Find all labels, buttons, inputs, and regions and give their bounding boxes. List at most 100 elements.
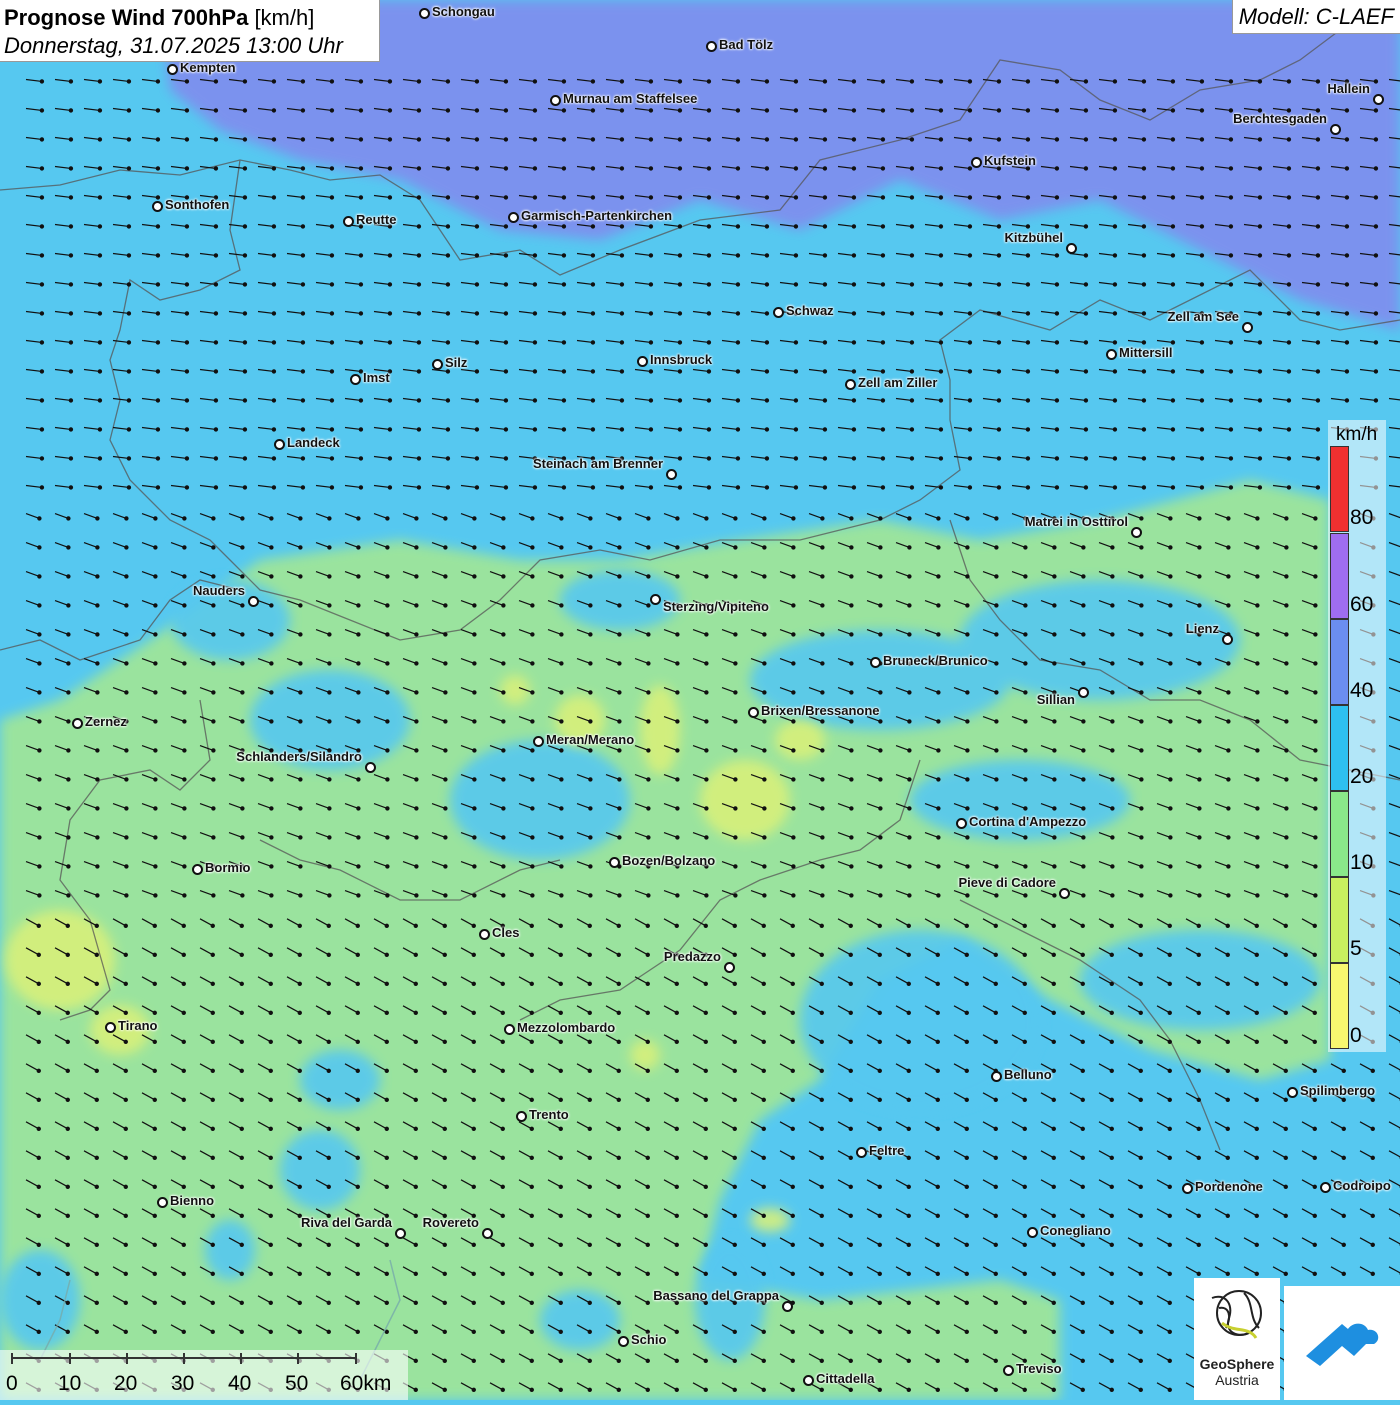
wind-arrow-head bbox=[732, 1358, 737, 1363]
wind-arrow-head bbox=[645, 1213, 650, 1218]
city-marker bbox=[1027, 1227, 1038, 1238]
wind-arrow-head bbox=[414, 893, 419, 898]
wind-arrow-head bbox=[735, 108, 741, 113]
wind-arrow-head bbox=[996, 108, 1002, 113]
wind-arrow-head bbox=[938, 311, 944, 316]
wind-arrow-head bbox=[124, 690, 129, 695]
wind-arrow-head bbox=[472, 719, 477, 724]
wind-arrow-head bbox=[37, 632, 42, 637]
wind-arrow-head bbox=[1199, 108, 1205, 113]
wind-arrow-head bbox=[674, 1213, 679, 1218]
wind-arrow-head bbox=[97, 282, 103, 287]
wind-arrow-head bbox=[126, 456, 132, 461]
wind-arrow-head bbox=[909, 108, 915, 113]
wind-arrow-head bbox=[1226, 719, 1231, 724]
wind-arrow-head bbox=[1313, 516, 1318, 521]
city-marker bbox=[637, 356, 648, 367]
wind-arrow-head bbox=[242, 340, 248, 345]
wind-arrow-head bbox=[327, 545, 332, 550]
wind-arrow-head bbox=[355, 923, 360, 928]
wind-arrow-head bbox=[152, 1039, 157, 1044]
wind-arrow-head bbox=[906, 1126, 911, 1131]
wind-arrow-head bbox=[1022, 1155, 1027, 1160]
wind-arrow-head bbox=[269, 806, 274, 811]
wind-arrow-head bbox=[1023, 574, 1028, 579]
wind-arrow-head bbox=[732, 952, 737, 957]
wind-arrow-head bbox=[442, 1097, 447, 1102]
wind-arrow-head bbox=[706, 398, 712, 403]
wind-arrow-head bbox=[587, 1155, 592, 1160]
wind-arrow-head bbox=[994, 661, 999, 666]
wind-arrow-head bbox=[155, 137, 161, 142]
wind-arrow-head bbox=[674, 1184, 679, 1189]
wind-arrow-head bbox=[474, 369, 480, 374]
wind-arrow-head bbox=[674, 1010, 679, 1015]
wind-arrow-head bbox=[1080, 981, 1085, 986]
wind-arrow-head bbox=[588, 661, 593, 666]
wind-arrow-head bbox=[1138, 981, 1143, 986]
city-label: Silz bbox=[445, 355, 468, 370]
wind-arrow-head bbox=[416, 369, 422, 374]
wind-arrow-head bbox=[532, 224, 538, 229]
wind-arrow-head bbox=[588, 545, 593, 550]
wind-arrow-head bbox=[66, 574, 71, 579]
wind-arrow-head bbox=[326, 981, 331, 986]
wind-arrow-head bbox=[416, 485, 422, 490]
wind-arrow-head bbox=[269, 545, 274, 550]
wind-arrow-head bbox=[239, 1068, 244, 1073]
wind-arrow-head bbox=[1081, 893, 1086, 898]
wind-arrow-head bbox=[1080, 1242, 1085, 1247]
wind-arrow-head bbox=[36, 1184, 41, 1189]
wind-arrow-head bbox=[617, 574, 622, 579]
wind-arrow-head bbox=[906, 1010, 911, 1015]
wind-arrow-head bbox=[1023, 690, 1028, 695]
wind-arrow-head bbox=[820, 603, 825, 608]
wind-arrow-head bbox=[297, 1010, 302, 1015]
wind-arrow-head bbox=[1141, 456, 1147, 461]
wind-arrow-head bbox=[735, 166, 741, 171]
wind-arrow-head bbox=[1025, 456, 1031, 461]
forecast-datetime: Donnerstag, 31.07.2025 13:00 Uhr bbox=[4, 33, 343, 58]
wind-arrow-head bbox=[819, 1271, 824, 1276]
wind-arrow-head bbox=[1052, 719, 1057, 724]
wind-arrow-head bbox=[1081, 777, 1086, 782]
city-marker bbox=[1131, 527, 1142, 538]
wind-arrow-head bbox=[1254, 1213, 1259, 1218]
wind-arrow-head bbox=[619, 282, 625, 287]
wind-arrow-head bbox=[848, 923, 853, 928]
wind-arrow-head bbox=[588, 835, 593, 840]
wind-arrow-head bbox=[213, 427, 219, 432]
wind-arrow-head bbox=[820, 806, 825, 811]
wind-arrow-head bbox=[706, 456, 712, 461]
city-marker bbox=[1287, 1087, 1298, 1098]
wind-arrow-head bbox=[413, 1184, 418, 1189]
wind-arrow-head bbox=[1109, 1184, 1114, 1189]
wind-arrow-head bbox=[587, 1010, 592, 1015]
city-marker bbox=[845, 379, 856, 390]
wind-arrow-head bbox=[95, 806, 100, 811]
wind-arrow-head bbox=[1312, 981, 1317, 986]
wind-arrow-head bbox=[938, 108, 944, 113]
wind-arrow-head bbox=[880, 398, 886, 403]
wind-arrow-head bbox=[880, 340, 886, 345]
wind-arrow-head bbox=[561, 79, 567, 84]
wind-arrow-head bbox=[36, 1010, 41, 1015]
wind-arrow-head bbox=[559, 661, 564, 666]
wind-arrow-head bbox=[762, 516, 767, 521]
map-title-unit: [km/h] bbox=[254, 5, 315, 30]
wind-arrow-head bbox=[733, 545, 738, 550]
wind-arrow-head bbox=[1228, 166, 1234, 171]
wind-arrow-head bbox=[764, 166, 770, 171]
wind-arrow-head bbox=[938, 340, 944, 345]
wind-arrow-head bbox=[298, 603, 303, 608]
wind-arrow-head bbox=[733, 690, 738, 695]
wind-arrow-head bbox=[848, 1271, 853, 1276]
wind-arrow-head bbox=[732, 1271, 737, 1276]
wind-arrow-head bbox=[385, 806, 390, 811]
wind-arrow-head bbox=[500, 1155, 505, 1160]
wind-arrow-head bbox=[1197, 603, 1202, 608]
wind-arrow-head bbox=[706, 369, 712, 374]
wind-arrow-head bbox=[1112, 369, 1118, 374]
city-marker bbox=[365, 762, 376, 773]
wind-arrow-head bbox=[443, 632, 448, 637]
